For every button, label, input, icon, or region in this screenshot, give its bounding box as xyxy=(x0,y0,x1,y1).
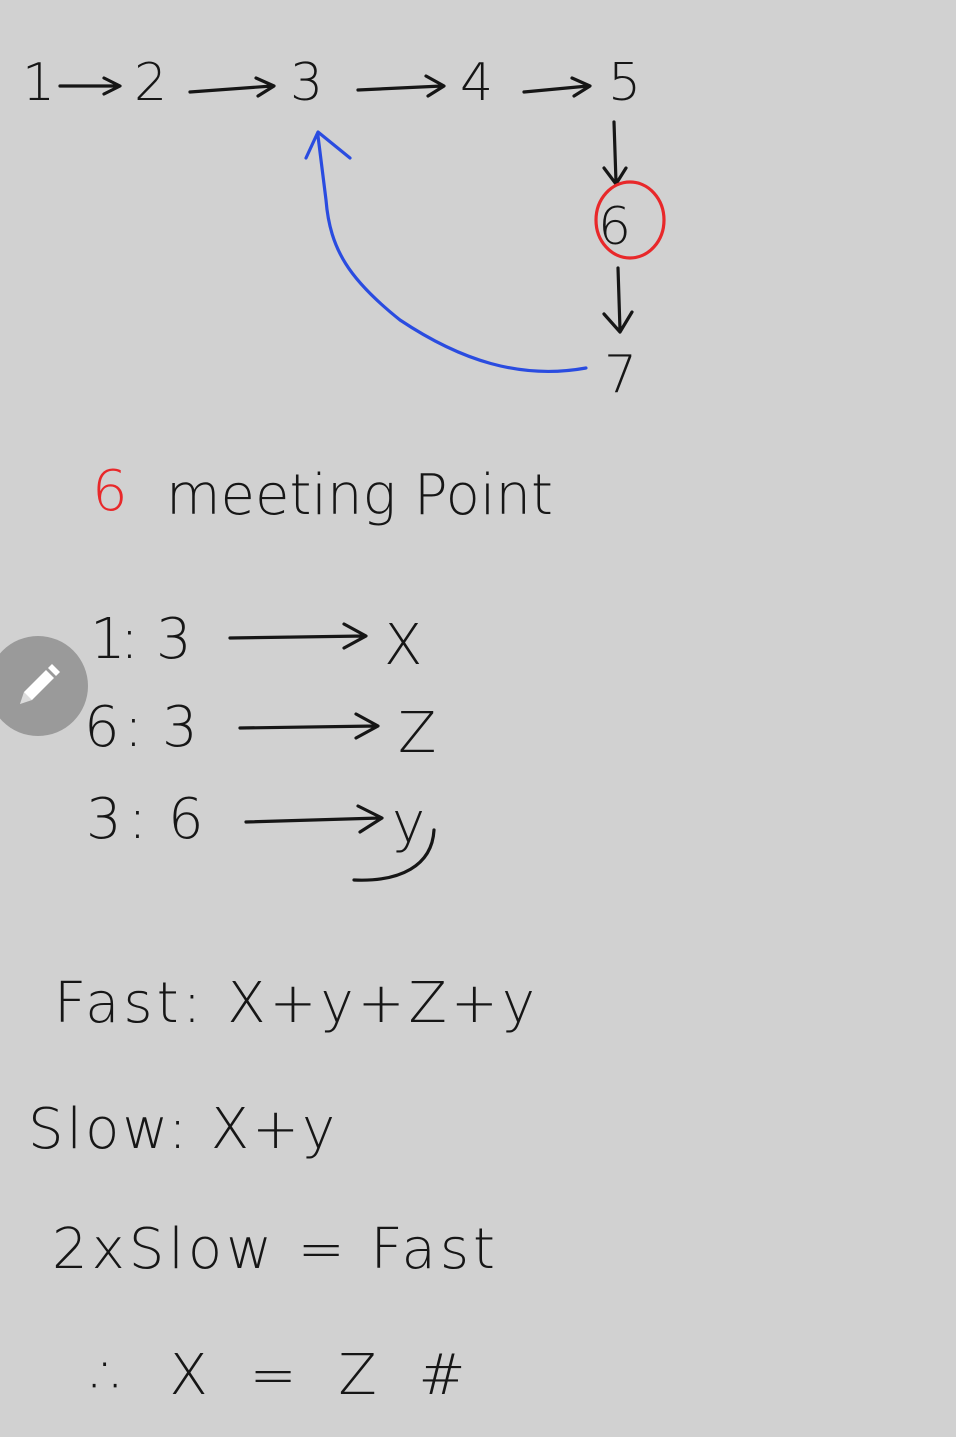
segment-3-name: y xyxy=(392,791,425,856)
segment-2-arrow xyxy=(238,712,380,740)
arrow-6-7 xyxy=(602,266,634,334)
arrow-4-5 xyxy=(522,76,592,98)
segment-2-sep: : xyxy=(124,695,143,760)
linked-list-diagram: 1 2 3 4 5 6 7 xyxy=(22,53,666,405)
segment-1-sep: : xyxy=(120,607,139,672)
node-7: 7 xyxy=(604,345,637,405)
node-6: 6 xyxy=(598,197,631,257)
equations: Fast: X+y+Z+y Slow: X+y 2xSlow = Fast ∴ … xyxy=(28,971,539,1408)
handwritten-notes: 1 2 3 4 5 6 7 6 meeting Point 1: 3 X 6 … xyxy=(22,53,666,1408)
segment-list: 1 : 3 X 6 : 3 Z 3 : 6 y xyxy=(84,607,436,882)
cycle-link-arrow xyxy=(304,130,588,374)
segment-3-to: 6 xyxy=(168,787,204,852)
segment-3-sep: : xyxy=(128,787,147,852)
segment-2-name: Z xyxy=(398,701,436,766)
node-3: 3 xyxy=(290,53,323,113)
segment-2-from: 6 xyxy=(84,695,120,760)
drawing-canvas[interactable]: 1 2 3 4 5 6 7 6 meeting Point 1: 3 X 6 … xyxy=(0,0,956,1437)
node-4: 4 xyxy=(460,53,493,113)
arrow-1-2 xyxy=(58,76,122,96)
node-1: 1 xyxy=(22,53,55,113)
relation-equation: 2xSlow = Fast xyxy=(52,1217,499,1282)
meeting-point-note: 6 meeting Point xyxy=(92,459,553,528)
segment-3-arrow xyxy=(244,804,384,834)
slow-equation: Slow: X+y xyxy=(28,1097,338,1162)
node-2: 2 xyxy=(134,53,167,113)
fast-equation: Fast: X+y+Z+y xyxy=(54,971,539,1036)
arrow-3-4 xyxy=(356,74,446,98)
node-5: 5 xyxy=(608,53,641,113)
meeting-label: meeting Point xyxy=(166,463,553,528)
segment-2-to: 3 xyxy=(162,695,198,760)
segment-1-to: 3 xyxy=(156,607,192,672)
segment-1-name: X xyxy=(384,613,422,678)
segment-3-from: 3 xyxy=(86,787,122,852)
meeting-number: 6 xyxy=(92,459,128,524)
segment-1-arrow xyxy=(228,622,368,650)
arrow-5-6 xyxy=(602,120,628,186)
pencil-icon xyxy=(20,664,60,704)
conclusion-equation: ∴ X = Z # xyxy=(92,1343,477,1408)
arrow-2-3 xyxy=(188,76,276,98)
